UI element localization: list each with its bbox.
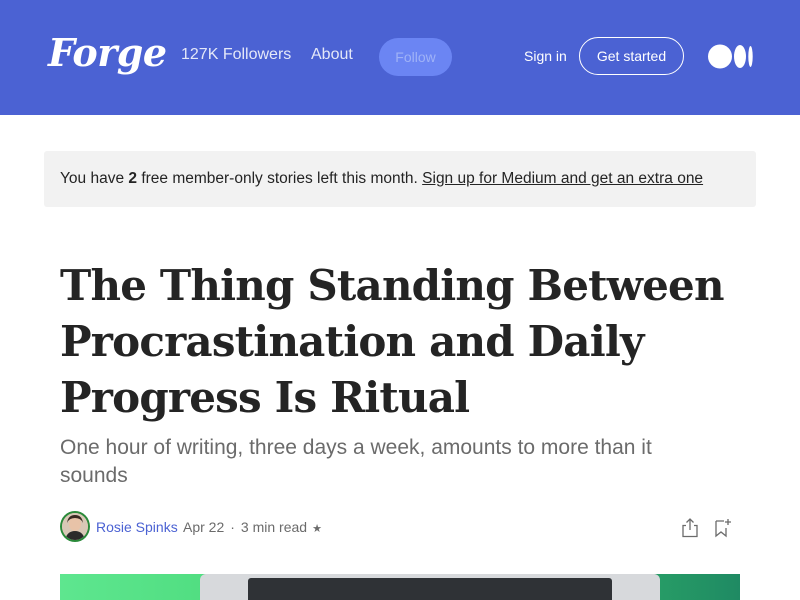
bookmark-icon[interactable] — [712, 517, 732, 539]
banner-suffix: free member-only stories left this month… — [137, 170, 423, 187]
stories-left-count: 2 — [128, 170, 138, 187]
follow-button[interactable]: Follow — [379, 38, 452, 76]
author-avatar[interactable] — [60, 511, 90, 542]
share-icon[interactable] — [680, 517, 700, 539]
author-name[interactable]: Rosie Spinks — [96, 519, 178, 535]
medium-logo-icon[interactable] — [708, 44, 754, 69]
article-meta: Apr 22 · 3 min read ★ — [183, 519, 322, 535]
laptop-screen — [248, 578, 612, 600]
signup-link[interactable]: Sign up for Medium and get an extra one — [422, 170, 703, 187]
publication-logo[interactable]: Forge — [48, 30, 167, 75]
followers-link[interactable]: 127K Followers — [181, 46, 291, 64]
member-stories-banner: You have 2 free member-only stories left… — [44, 151, 756, 207]
read-time: 3 min read — [240, 519, 308, 535]
hero-image — [60, 574, 740, 600]
get-started-button[interactable]: Get started — [579, 37, 684, 75]
sign-in-link[interactable]: Sign in — [524, 48, 567, 64]
publish-date: Apr 22 — [183, 519, 225, 535]
about-link[interactable]: About — [311, 46, 353, 64]
article-byline: Rosie Spinks Apr 22 · 3 min read ★ — [60, 511, 740, 543]
member-star-icon: ★ — [312, 523, 322, 535]
banner-prefix: You have — [60, 170, 129, 187]
article-title: The Thing Standing Between Procrastinati… — [60, 261, 725, 422]
laptop-image — [200, 574, 660, 600]
banner-message: You have 2 free member-only stories left… — [60, 170, 703, 188]
publication-header: Forge 127K Followers About Follow Sign i… — [0, 0, 800, 115]
article-subtitle: One hour of writing, three days a week, … — [60, 436, 652, 487]
